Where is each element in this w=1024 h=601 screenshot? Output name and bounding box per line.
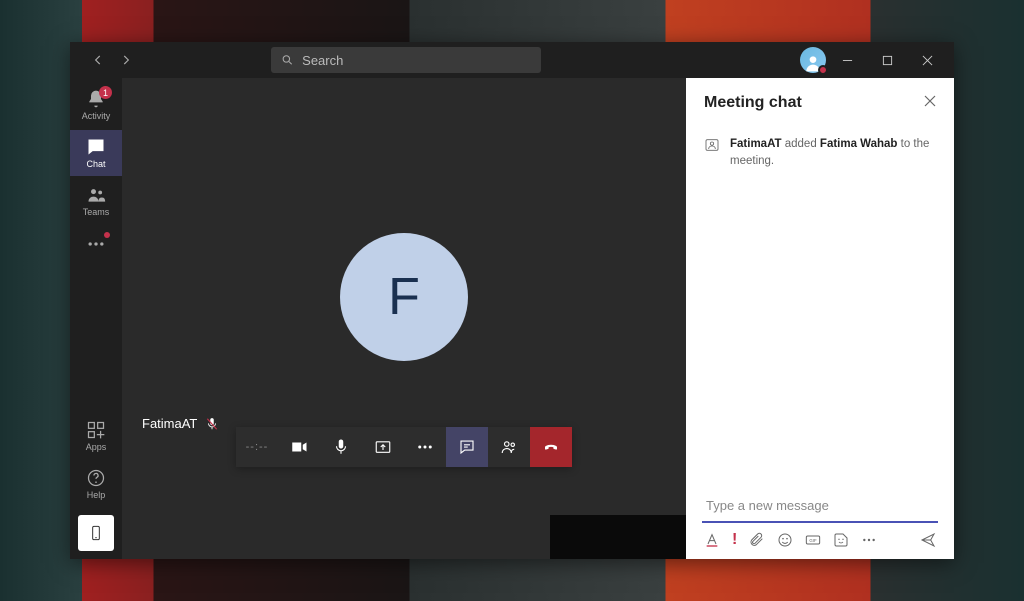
format-icon [704,532,720,548]
actor-name: FatimaAT [730,138,782,150]
chevron-left-icon [91,53,105,67]
chat-icon [86,137,106,157]
maximize-button[interactable] [870,46,906,74]
sidebar-item-apps[interactable]: Apps [70,413,122,459]
sidebar-label: Teams [83,207,110,217]
minimize-button[interactable] [830,46,866,74]
gif-icon: GIF [805,532,821,548]
svg-text:GIF: GIF [810,538,818,543]
chat-panel: Meeting chat FatimaAT added Fatima Wahab… [686,78,954,559]
titlebar-right [800,46,946,74]
call-controls: --:-- [236,427,572,467]
emoji-button[interactable] [777,532,793,548]
sidebar-item-chat[interactable]: Chat [70,130,122,176]
sidebar: Activity 1 Chat Teams Apps He [70,78,122,559]
forward-button[interactable] [114,48,138,72]
attach-icon [749,532,765,548]
sidebar-label: Help [87,490,106,500]
sidebar-item-teams[interactable]: Teams [70,178,122,224]
sidebar-item-more[interactable] [70,226,122,262]
nav-arrows [86,48,138,72]
apps-icon [86,420,106,440]
share-button[interactable] [362,427,404,467]
strip-right [550,515,686,559]
chat-icon [458,438,476,456]
close-button[interactable] [910,46,946,74]
chat-title: Meeting chat [704,94,802,112]
chevron-right-icon [119,53,133,67]
close-icon [922,55,933,66]
chat-header: Meeting chat [686,78,954,128]
help-icon [86,468,106,488]
notification-dot [104,232,110,238]
search-icon [281,53,294,67]
person-add-icon [704,137,720,153]
system-message: FatimaAT added Fatima Wahab to the meeti… [704,136,936,171]
video-stage: F FatimaAT Using PC Mic and Speakers --:… [122,78,686,515]
more-icon [416,438,434,456]
phone-icon [88,525,104,541]
user-avatar[interactable] [800,47,826,73]
sticker-button[interactable] [833,532,849,548]
send-button[interactable] [920,532,936,548]
chat-close-button[interactable] [924,94,936,112]
search-input[interactable] [302,53,531,68]
close-icon [924,95,936,107]
subject-name: Fatima Wahab [820,138,898,150]
titlebar [70,42,954,78]
format-button[interactable] [704,532,720,548]
presence-busy-icon [818,65,828,75]
more-icon [861,532,877,548]
camera-button[interactable] [278,427,320,467]
compose-more-button[interactable] [861,532,877,548]
maximize-icon [882,55,893,66]
camera-icon [290,438,308,456]
share-screen-icon [374,438,392,456]
call-timer: --:-- [236,427,278,467]
mic-button[interactable] [320,427,362,467]
gif-button[interactable]: GIF [805,532,821,548]
chat-toggle-button[interactable] [446,427,488,467]
sidebar-item-activity[interactable]: Activity 1 [70,82,122,128]
sticker-icon [833,532,849,548]
teams-icon [86,185,106,205]
participant-avatar: F [340,233,468,361]
people-icon [500,438,518,456]
sidebar-label: Activity [82,111,111,121]
send-icon [920,532,936,548]
minimize-icon [842,55,853,66]
compose-toolbar: ! GIF [702,523,938,549]
chat-messages: FatimaAT added Fatima Wahab to the meeti… [686,128,954,489]
sidebar-label: Chat [86,159,105,169]
participant-name: FatimaAT [142,416,197,431]
search-box[interactable] [271,47,541,73]
sidebar-item-help[interactable]: Help [70,461,122,507]
strip-left [122,515,550,559]
message-input[interactable] [702,489,938,523]
sidebar-label: Apps [86,442,107,452]
system-message-text: FatimaAT added Fatima Wahab to the meeti… [730,136,936,171]
video-bottom-strip [122,515,686,559]
notification-badge: 1 [99,86,112,99]
more-icon [86,234,106,254]
more-actions-button[interactable] [404,427,446,467]
app-window: Activity 1 Chat Teams Apps He [70,42,954,559]
hangup-icon [542,438,560,456]
hangup-button[interactable] [530,427,572,467]
priority-button[interactable]: ! [732,531,737,549]
emoji-icon [777,532,793,548]
participants-button[interactable] [488,427,530,467]
chat-compose: ! GIF [686,489,954,559]
mic-icon [332,438,350,456]
mic-muted-icon [205,417,219,431]
sidebar-item-device[interactable] [78,515,114,551]
participant-label: FatimaAT [142,416,219,431]
main-body: Activity 1 Chat Teams Apps He [70,78,954,559]
attach-button[interactable] [749,532,765,548]
content: F FatimaAT Using PC Mic and Speakers --:… [122,78,954,559]
back-button[interactable] [86,48,110,72]
video-call-area: F FatimaAT Using PC Mic and Speakers --:… [122,78,686,559]
